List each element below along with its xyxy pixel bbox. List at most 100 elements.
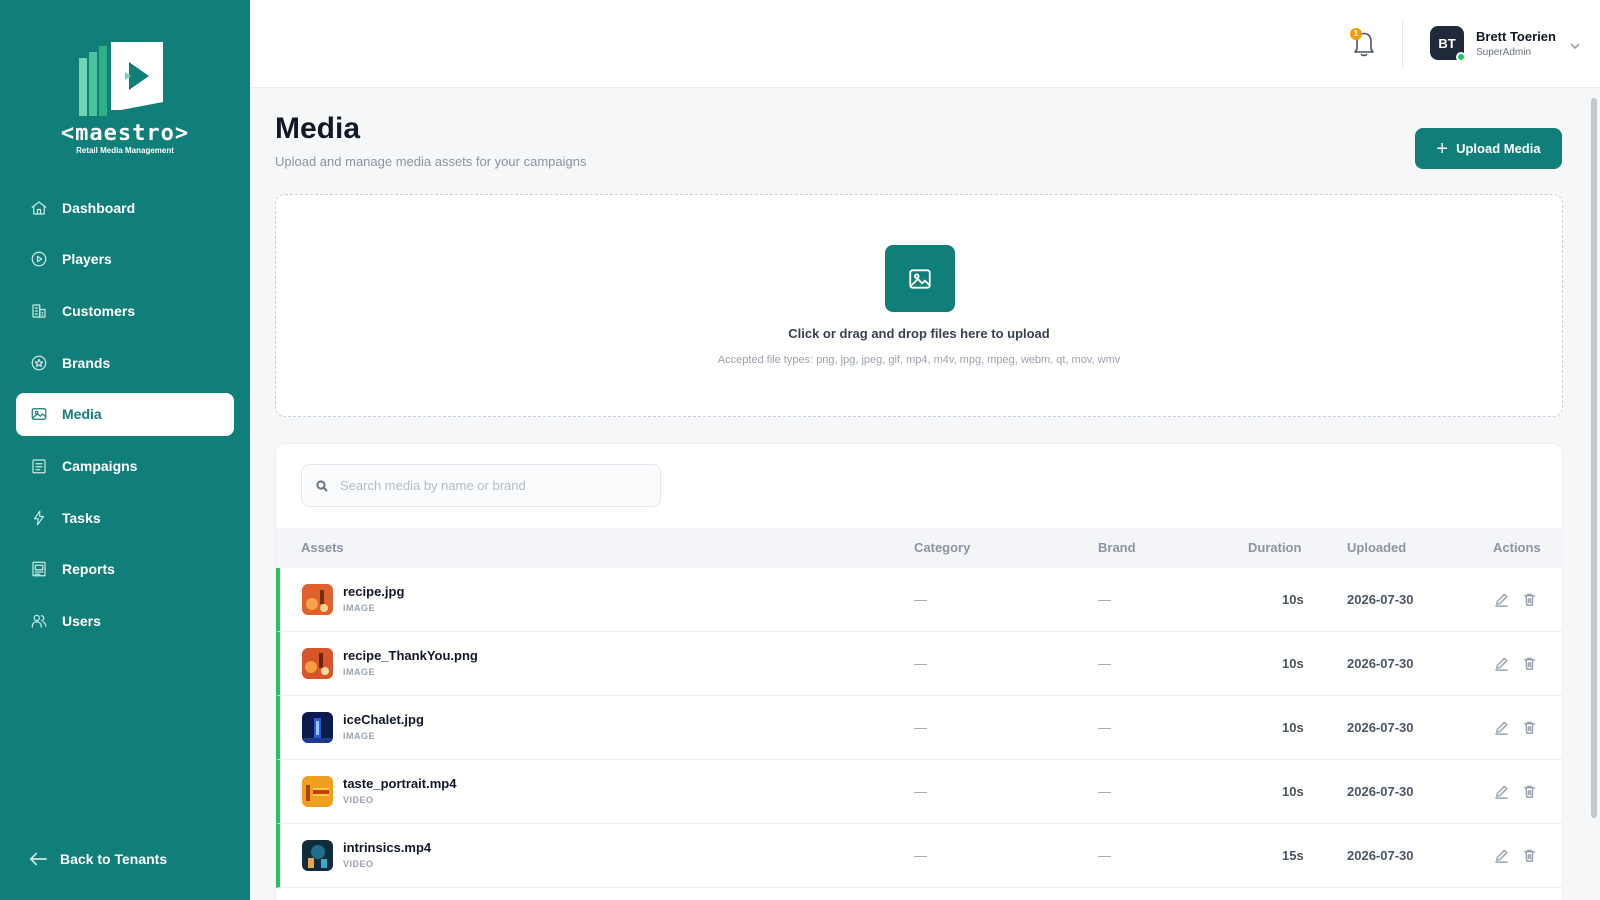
notifications-button[interactable]: 1 — [1350, 28, 1380, 60]
sidebar-item-label: Tasks — [62, 509, 101, 526]
media-filename: intrinsics.mp4 — [343, 840, 432, 855]
edit-icon[interactable] — [1494, 784, 1510, 800]
sidebar-item-label: Brands — [62, 354, 111, 371]
sidebar-item-label: Players — [62, 251, 112, 268]
lightning-icon — [30, 509, 48, 527]
column-header-actions: Actions — [1493, 540, 1541, 555]
logo-wordmark: <maestro> — [60, 121, 190, 146]
media-thumbnail — [302, 648, 333, 679]
media-duration: 15s — [1282, 848, 1304, 863]
logo-mark-icon — [79, 42, 163, 116]
media-duration: 10s — [1282, 656, 1304, 671]
avatar: BT — [1430, 26, 1466, 62]
back-to-tenants-link[interactable]: Back to Tenants — [28, 850, 167, 868]
edit-icon[interactable] — [1494, 656, 1510, 672]
media-uploaded-date: 2026-07-30 — [1347, 848, 1414, 863]
notification-badge: 1 — [1350, 28, 1362, 40]
sidebar-item-brands[interactable]: Brands — [16, 341, 234, 384]
page-subtitle: Upload and manage media assets for your … — [275, 154, 587, 169]
image-icon — [30, 405, 48, 423]
table-row[interactable]: iceChalet.jpg IMAGE — — 10s 2026-07-30 — [276, 696, 1564, 760]
trash-icon[interactable] — [1522, 848, 1538, 864]
home-icon — [30, 199, 48, 217]
user-menu[interactable]: BT Brett Toerien SuperAdmin — [1430, 26, 1580, 62]
media-type: VIDEO — [343, 859, 374, 869]
sidebar-item-campaigns[interactable]: Campaigns — [16, 444, 234, 487]
maestro-logo[interactable]: <maestro> Retail Media Management — [55, 36, 195, 156]
media-uploaded-date: 2026-07-30 — [1347, 592, 1414, 607]
column-header-assets[interactable]: Assets — [301, 540, 344, 555]
table-row[interactable]: recipe_ThankYou.png IMAGE — — 10s 2026-0… — [276, 632, 1564, 696]
building-icon — [30, 302, 48, 320]
edit-icon[interactable] — [1494, 720, 1510, 736]
sidebar-item-reports[interactable]: Reports — [16, 548, 234, 591]
media-category: — — [914, 656, 927, 671]
media-brand: — — [1098, 784, 1111, 799]
media-type: VIDEO — [343, 795, 374, 805]
sidebar-nav: Dashboard Players Customers Brands Media… — [16, 186, 234, 651]
sidebar-item-media[interactable]: Media — [16, 392, 234, 436]
table-header: Assets Category Brand Duration Uploaded … — [276, 528, 1564, 568]
edit-icon[interactable] — [1494, 848, 1510, 864]
media-type: IMAGE — [343, 603, 376, 613]
edit-icon[interactable] — [1494, 592, 1510, 608]
media-category: — — [914, 848, 927, 863]
dropzone-accepted-types: Accepted file types: png, jpg, jpeg, gif… — [717, 354, 1121, 366]
sidebar: <maestro> Retail Media Management Dashbo… — [0, 0, 250, 900]
trash-icon[interactable] — [1522, 784, 1538, 800]
sidebar-item-label: Reports — [62, 561, 115, 578]
media-filename: recipe_ThankYou.png — [343, 648, 478, 663]
sidebar-item-label: Users — [62, 613, 101, 629]
column-header-category[interactable]: Category — [914, 540, 970, 555]
sidebar-item-players[interactable]: Players — [16, 238, 234, 281]
trash-icon[interactable] — [1522, 720, 1538, 736]
table-row[interactable]: taste_portrait.mp4 VIDEO — — 10s 2026-07… — [276, 760, 1564, 824]
column-header-brand[interactable]: Brand — [1098, 540, 1136, 555]
media-duration: 10s — [1282, 592, 1304, 607]
media-category: — — [914, 784, 927, 799]
sidebar-item-label: Dashboard — [62, 199, 136, 216]
play-circle-icon — [30, 250, 48, 268]
media-thumbnail — [302, 776, 333, 807]
upload-media-label: Upload Media — [1456, 141, 1541, 156]
upload-image-icon — [885, 245, 955, 312]
online-status-dot — [1456, 52, 1466, 62]
media-brand: — — [1098, 848, 1111, 863]
trash-icon[interactable] — [1522, 656, 1538, 672]
back-label: Back to Tenants — [60, 851, 168, 867]
avatar-initials: BT — [1438, 35, 1456, 51]
star-badge-icon — [30, 354, 48, 372]
trash-icon[interactable] — [1522, 592, 1538, 608]
clipboard-icon — [30, 457, 48, 475]
column-header-duration[interactable]: Duration — [1248, 540, 1301, 555]
sidebar-item-users[interactable]: Users — [16, 600, 234, 643]
table-row[interactable]: intrinsics.mp4 VIDEO — — 15s 2026-07-30 — [276, 824, 1564, 888]
media-type: IMAGE — [343, 731, 376, 741]
scrollbar-thumb[interactable] — [1591, 98, 1597, 818]
media-thumbnail — [302, 840, 333, 871]
dropzone-title: Click or drag and drop files here to upl… — [788, 326, 1050, 341]
media-table-card: Assets Category Brand Duration Uploaded … — [275, 443, 1564, 900]
media-brand: — — [1098, 592, 1111, 607]
search-box — [301, 464, 661, 507]
media-category: — — [914, 592, 927, 607]
table-row[interactable]: recipe.jpg IMAGE — — 10s 2026-07-30 — [276, 568, 1564, 632]
search-input[interactable] — [340, 478, 640, 493]
page-title: Media — [275, 112, 361, 145]
sidebar-item-customers[interactable]: Customers — [16, 289, 234, 332]
column-header-uploaded[interactable]: Uploaded — [1347, 540, 1406, 555]
user-name: Brett Toerien — [1476, 28, 1556, 44]
chevron-down-icon — [1570, 38, 1580, 50]
top-bar: 1 BT Brett Toerien SuperAdmin — [250, 0, 1600, 88]
media-uploaded-date: 2026-07-30 — [1347, 720, 1414, 735]
sidebar-item-tasks[interactable]: Tasks — [16, 496, 234, 539]
sidebar-item-dashboard[interactable]: Dashboard — [16, 186, 234, 229]
file-dropzone[interactable]: Click or drag and drop files here to upl… — [275, 194, 1563, 417]
user-role: SuperAdmin — [1476, 46, 1532, 58]
search-icon — [316, 479, 328, 492]
media-filename: recipe.jpg — [343, 584, 405, 599]
page-scrollbar[interactable] — [1590, 88, 1598, 900]
upload-media-button[interactable]: + Upload Media — [1415, 128, 1562, 169]
media-brand: — — [1098, 656, 1111, 671]
media-brand: — — [1098, 720, 1111, 735]
